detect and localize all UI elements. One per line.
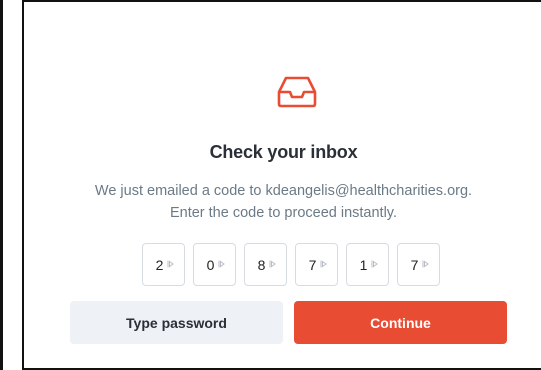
verification-dialog: Check your inbox We just emailed a code … xyxy=(22,0,541,370)
dialog-message: We just emailed a code to kdeangelis@hea… xyxy=(24,180,541,224)
message-line-instruction: Enter the code to proceed instantly. xyxy=(169,205,398,221)
code-digit-input-3[interactable]: 8 xyxy=(244,243,287,286)
code-digit-input-5[interactable]: 1 xyxy=(346,243,389,286)
code-digit-value: 7 xyxy=(410,256,419,273)
continue-button[interactable]: Continue xyxy=(294,301,507,344)
code-digit-value: 7 xyxy=(308,256,317,273)
autofill-indicator-icon xyxy=(371,260,378,268)
autofill-indicator-icon xyxy=(422,260,429,268)
verification-code-inputs: 2 0 8 7 1 7 xyxy=(142,243,440,286)
code-digit-input-6[interactable]: 7 xyxy=(397,243,440,286)
autofill-indicator-icon xyxy=(269,260,276,268)
code-digit-input-4[interactable]: 7 xyxy=(295,243,338,286)
code-digit-value: 1 xyxy=(359,256,368,273)
code-digit-value: 2 xyxy=(155,256,164,273)
autofill-indicator-icon xyxy=(167,260,174,268)
type-password-button[interactable]: Type password xyxy=(70,301,283,344)
message-line-email: We just emailed a code to kdeangelis@hea… xyxy=(94,183,473,199)
code-digit-input-1[interactable]: 2 xyxy=(142,243,185,286)
code-digit-value: 0 xyxy=(206,256,215,273)
code-digit-input-2[interactable]: 0 xyxy=(193,243,236,286)
background-window-edge xyxy=(0,0,3,370)
autofill-indicator-icon xyxy=(218,260,225,268)
screen: Check your inbox We just emailed a code … xyxy=(0,0,541,370)
autofill-indicator-icon xyxy=(320,260,327,268)
dialog-title: Check your inbox xyxy=(209,142,358,162)
code-digit-value: 8 xyxy=(257,256,266,273)
inbox-tray-icon xyxy=(277,76,317,108)
